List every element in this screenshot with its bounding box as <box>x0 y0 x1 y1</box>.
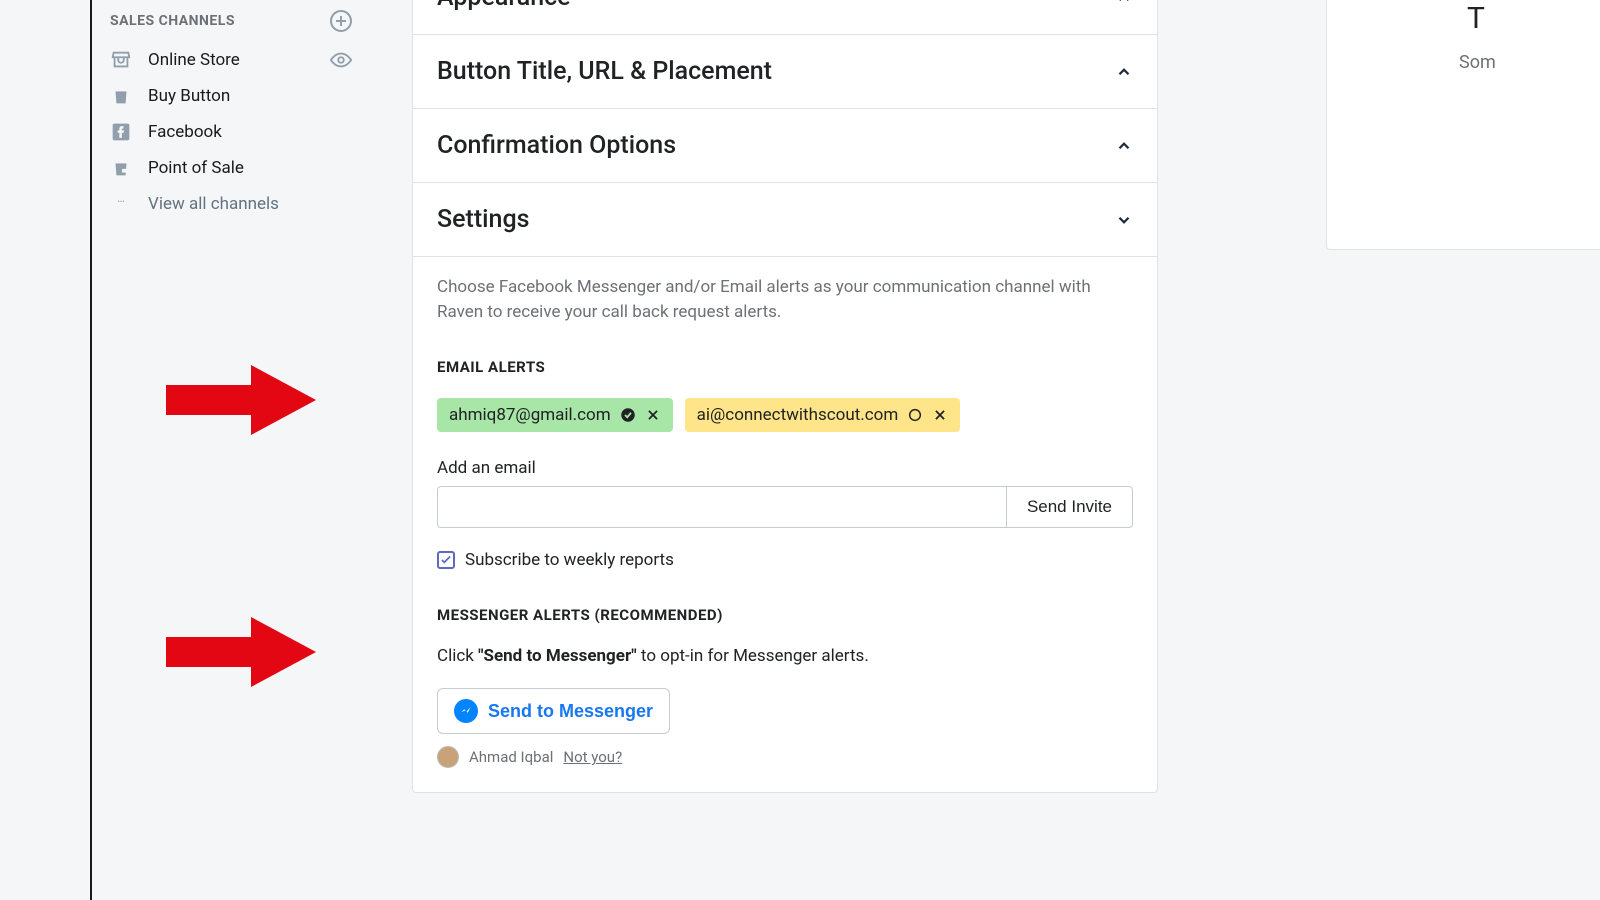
appearance-section: Appearance <box>413 0 1157 35</box>
remove-chip-icon[interactable] <box>645 407 661 423</box>
settings-title: Settings <box>437 205 530 234</box>
user-name: Ahmad Iqbal <box>469 748 553 766</box>
messenger-icon <box>454 699 478 723</box>
chevron-down-icon <box>1115 211 1133 229</box>
email-alerts-heading: EMAIL ALERTS <box>437 358 1133 376</box>
chip-email: ahmiq87@gmail.com <box>449 405 611 425</box>
sidebar-header: SALES CHANNELS <box>92 8 370 42</box>
add-email-input[interactable] <box>437 486 1006 528</box>
messenger-user-row: Ahmad Iqbal Not you? <box>437 746 1133 768</box>
subscribe-checkbox[interactable] <box>437 551 455 569</box>
add-email-label: Add an email <box>437 458 1133 478</box>
right-info-card: T Som <box>1326 0 1600 250</box>
email-chips: ahmiq87@gmail.com ai@connectwithscout.co… <box>437 398 1133 432</box>
remove-chip-icon[interactable] <box>932 407 948 423</box>
chevron-up-icon <box>1115 137 1133 155</box>
button-title-header[interactable]: Button Title, URL & Placement <box>413 35 1157 108</box>
button-title-title: Button Title, URL & Placement <box>437 57 772 86</box>
sidebar-item-label: Online Store <box>148 50 240 70</box>
add-channel-icon[interactable] <box>330 10 352 32</box>
messenger-instruction: Click "Send to Messenger" to opt-in for … <box>437 646 1133 666</box>
appearance-title: Appearance <box>437 0 571 12</box>
sidebar-item-view-all[interactable]: View all channels <box>92 186 370 222</box>
settings-section: Settings Choose Facebook Messenger and/o… <box>413 183 1157 792</box>
settings-header[interactable]: Settings <box>413 183 1157 256</box>
confirmation-title: Confirmation Options <box>437 131 676 160</box>
right-card-sub: Som <box>1359 52 1600 73</box>
settings-card: Appearance Button Title, URL & Placement… <box>412 0 1158 793</box>
email-chip-pending: ai@connectwithscout.com <box>685 398 961 432</box>
dots-icon <box>110 193 132 215</box>
settings-description: Choose Facebook Messenger and/or Email a… <box>437 275 1133 324</box>
settings-body: Choose Facebook Messenger and/or Email a… <box>413 256 1157 792</box>
send-invite-button[interactable]: Send Invite <box>1006 486 1133 528</box>
add-email-row: Send Invite <box>437 486 1133 528</box>
sidebar-item-point-of-sale[interactable]: Point of Sale <box>92 150 370 186</box>
messenger-alerts-heading: MESSENGER ALERTS (RECOMMENDED) <box>437 606 1133 624</box>
subscribe-row[interactable]: Subscribe to weekly reports <box>437 550 1133 570</box>
chevron-up-icon <box>1115 63 1133 81</box>
chip-email: ai@connectwithscout.com <box>697 405 899 425</box>
sidebar: SALES CHANNELS Online Store Buy Button F… <box>90 0 370 900</box>
sidebar-item-facebook[interactable]: Facebook <box>92 114 370 150</box>
sidebar-item-label: Point of Sale <box>148 158 244 178</box>
eye-icon[interactable] <box>330 49 352 71</box>
sidebar-item-buy-button[interactable]: Buy Button <box>92 78 370 114</box>
sales-channels-heading: SALES CHANNELS <box>110 13 235 29</box>
not-you-link[interactable]: Not you? <box>563 748 622 766</box>
sidebar-item-label: Buy Button <box>148 86 230 106</box>
sidebar-item-label: View all channels <box>148 194 279 214</box>
right-card-heading: T <box>1359 1 1600 36</box>
sidebar-item-label: Facebook <box>148 122 222 142</box>
button-title-section: Button Title, URL & Placement <box>413 35 1157 109</box>
avatar <box>437 746 459 768</box>
verified-icon <box>619 406 637 424</box>
pos-icon <box>110 157 132 179</box>
send-to-messenger-button[interactable]: Send to Messenger <box>437 688 670 734</box>
pending-icon <box>906 406 924 424</box>
divider <box>413 256 1157 257</box>
chevron-up-icon <box>1115 0 1133 7</box>
subscribe-label: Subscribe to weekly reports <box>465 550 674 570</box>
confirmation-header[interactable]: Confirmation Options <box>413 109 1157 182</box>
store-icon <box>110 49 132 71</box>
confirmation-section: Confirmation Options <box>413 109 1157 183</box>
bag-icon <box>110 85 132 107</box>
facebook-icon <box>110 121 132 143</box>
appearance-header[interactable]: Appearance <box>413 0 1157 34</box>
sidebar-item-online-store[interactable]: Online Store <box>92 42 370 78</box>
email-chip-verified: ahmiq87@gmail.com <box>437 398 673 432</box>
